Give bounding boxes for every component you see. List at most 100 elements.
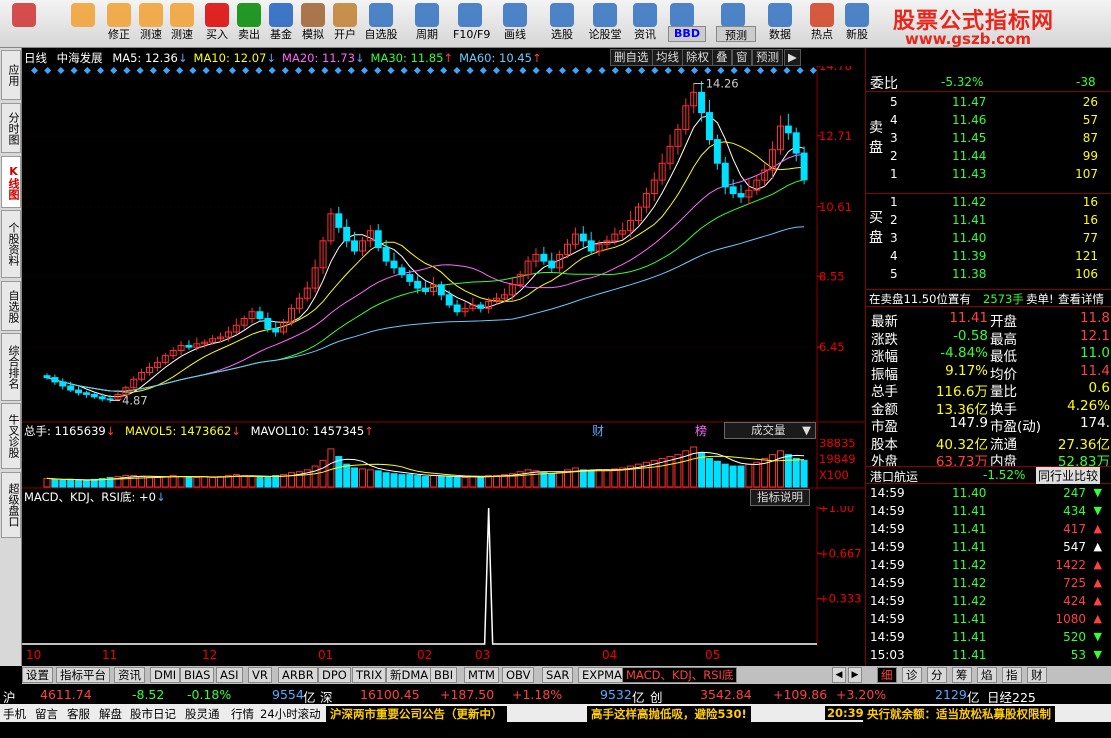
- status-item-4[interactable]: 股市日记: [130, 706, 176, 722]
- kline-control-6[interactable]: ▶: [784, 49, 801, 66]
- left-tab-3[interactable]: 个股资料: [1, 210, 21, 278]
- toolbar-button-2[interactable]: 修正: [102, 2, 136, 46]
- buy-level-row[interactable]: 4 11.39 121: [866, 248, 1111, 266]
- indicator-tab-14[interactable]: SAR: [542, 667, 574, 683]
- toolbar-button-7[interactable]: 基金: [264, 2, 298, 46]
- indicator-tab-8[interactable]: DPO: [318, 667, 351, 683]
- toolbar-button-1[interactable]: [62, 2, 104, 46]
- indicator-chart[interactable]: +1.00 +0.667 +0.333: [22, 506, 865, 646]
- left-tab-0[interactable]: 应用: [1, 50, 21, 100]
- period-label[interactable]: 日线: [24, 51, 47, 65]
- quote-tab-2[interactable]: 分: [927, 667, 947, 683]
- kline-control-0[interactable]: 删自选: [610, 49, 653, 66]
- toolbar-button-19[interactable]: 数据: [763, 2, 797, 46]
- indicator-tab-1[interactable]: 指标平台: [56, 667, 110, 683]
- sector-compare-button[interactable]: 同行业比较: [1036, 467, 1101, 484]
- toolbar-button-21[interactable]: 新股: [840, 2, 874, 46]
- buy-level-row[interactable]: 5 11.38 106: [866, 266, 1111, 284]
- quote-tab-6[interactable]: 财: [1027, 667, 1047, 683]
- status-item-1[interactable]: 留言: [35, 706, 58, 722]
- sell-level-row[interactable]: 1 11.43 107: [866, 166, 1111, 184]
- sell-level-row[interactable]: 2 11.44 99: [866, 148, 1111, 166]
- sell-level-row[interactable]: 3 11.45 87: [866, 130, 1111, 148]
- sell-level-row[interactable]: 5 11.47 26: [866, 94, 1111, 112]
- big-order-notice[interactable]: 在卖盘11.50位置有 2573手 卖单! 查看详情: [866, 289, 1111, 307]
- candlestick-chart[interactable]: 14.7812.7110.618.556.4514.264.87财榜涨: [22, 66, 865, 441]
- forecast-button[interactable]: 预测: [716, 26, 756, 42]
- indicator-tab-3[interactable]: DMI: [150, 667, 181, 683]
- indicator-tab-12[interactable]: MTM: [464, 667, 499, 683]
- indicator-explain-button[interactable]: 指标说明: [750, 489, 810, 506]
- status-item-5[interactable]: 股灵通: [185, 706, 220, 722]
- indicator-tab-9[interactable]: TRIX: [352, 667, 387, 683]
- indicator-tab-4[interactable]: BIAS: [180, 667, 215, 683]
- indicator-tab-10[interactable]: 新DMA: [386, 667, 433, 683]
- indicator-tab-7[interactable]: ARBR: [278, 667, 318, 683]
- status-news-2[interactable]: 高手这样高抛低吸，避险530!: [587, 706, 751, 722]
- kline-control-4[interactable]: 窗: [732, 49, 752, 66]
- toolbar-button-6[interactable]: 卖出: [232, 2, 266, 46]
- indicator-tab-6[interactable]: VR: [248, 667, 272, 683]
- kline-control-2[interactable]: 除权: [682, 49, 713, 66]
- sector-name[interactable]: 港口航运: [870, 468, 918, 485]
- left-tab-4[interactable]: 自选股: [1, 281, 21, 331]
- quote-tab-4[interactable]: 焰: [977, 667, 997, 683]
- left-tab-6[interactable]: 牛叉诊股: [1, 403, 21, 469]
- ma-legend-item: MA5: 12.36↓: [112, 51, 187, 65]
- kline-control-1[interactable]: 均线: [652, 49, 683, 66]
- indicator-tab-2[interactable]: 资讯: [114, 667, 145, 683]
- toolbar-button-0[interactable]: [3, 2, 45, 46]
- kline-control-3[interactable]: 叠: [712, 49, 732, 66]
- sz-index[interactable]: 16100.45: [360, 687, 420, 702]
- indicator-tab-0[interactable]: 设置: [22, 667, 53, 683]
- toolbar-button-10[interactable]: 自选股: [364, 2, 398, 46]
- toolbar-button-20[interactable]: 热点: [805, 2, 839, 46]
- toolbar-button-4[interactable]: 测速: [165, 2, 199, 46]
- status-item-0[interactable]: 手机: [3, 706, 26, 722]
- status-news-3[interactable]: 央行就余额：适当放松私募股权限制: [863, 706, 1055, 722]
- sell-level-row[interactable]: 4 11.46 57: [866, 112, 1111, 130]
- buy-level-row[interactable]: 2 11.41 16: [866, 212, 1111, 230]
- toolbar-button-11[interactable]: 周期: [410, 2, 444, 46]
- sh-index[interactable]: 4611.74: [40, 687, 92, 702]
- status-item-6[interactable]: 行情: [231, 706, 254, 722]
- toolbar-button-8[interactable]: 模拟: [296, 2, 330, 46]
- indicator-tab-5[interactable]: ASI: [216, 667, 243, 683]
- left-tab-1[interactable]: 分时图: [1, 103, 21, 153]
- buy-level-row[interactable]: 3 11.40 77: [866, 230, 1111, 248]
- toolbar-button-14[interactable]: 选股: [545, 2, 579, 46]
- volume-chart[interactable]: 38835 19849 X100: [22, 439, 865, 489]
- tab-scroll-right[interactable]: ▶: [848, 667, 862, 683]
- event-marker[interactable]: 财: [592, 424, 604, 438]
- buy-level-row[interactable]: 1 11.42 16: [866, 194, 1111, 212]
- indicator-tab-15[interactable]: EXPMA: [578, 667, 626, 683]
- indicator-tab-16[interactable]: MACD、KDJ、RSI底: [622, 667, 738, 683]
- left-tab-2[interactable]: K线图: [1, 156, 21, 208]
- quote-tab-1[interactable]: 诊: [902, 667, 922, 683]
- status-news-1[interactable]: 沪深两市重要公司公告（更新中）: [326, 706, 507, 722]
- left-tab-5[interactable]: 综合排名: [1, 333, 21, 401]
- quote-tab-3[interactable]: 筹: [952, 667, 972, 683]
- toolbar-button-16[interactable]: 资讯: [628, 2, 662, 46]
- status-item-3[interactable]: 解盘: [99, 706, 122, 722]
- toolbar-button-3[interactable]: 测速: [134, 2, 168, 46]
- toolbar-button-5[interactable]: 买入: [200, 2, 234, 46]
- notice-detail-link[interactable]: 查看详情: [1058, 291, 1104, 307]
- event-marker[interactable]: 榜: [695, 423, 707, 438]
- cy-index[interactable]: 3542.84: [700, 687, 752, 702]
- indicator-tab-11[interactable]: BBI: [430, 667, 458, 683]
- quote-tab-0[interactable]: 细: [877, 667, 897, 683]
- left-tab-7[interactable]: 超级盘口: [1, 472, 21, 538]
- tab-scroll-left[interactable]: ◀: [832, 667, 846, 683]
- status-item-2[interactable]: 客服: [67, 706, 90, 722]
- quote-tab-5[interactable]: 指: [1002, 667, 1022, 683]
- toolbar-button-15[interactable]: 论股堂: [588, 2, 622, 46]
- bbd-button[interactable]: BBD: [668, 26, 706, 42]
- indicator-tab-13[interactable]: OBV: [502, 667, 535, 683]
- status-item-7[interactable]: 24小时滚动: [260, 706, 321, 722]
- kline-control-5[interactable]: 预测: [752, 49, 783, 66]
- toolbar-button-13[interactable]: 画线: [498, 2, 532, 46]
- toolbar-button-12[interactable]: F10/F9: [453, 2, 490, 46]
- toolbar-button-9[interactable]: 开户: [328, 2, 362, 46]
- volume-indicator-select[interactable]: 成交量 ▼: [724, 422, 816, 439]
